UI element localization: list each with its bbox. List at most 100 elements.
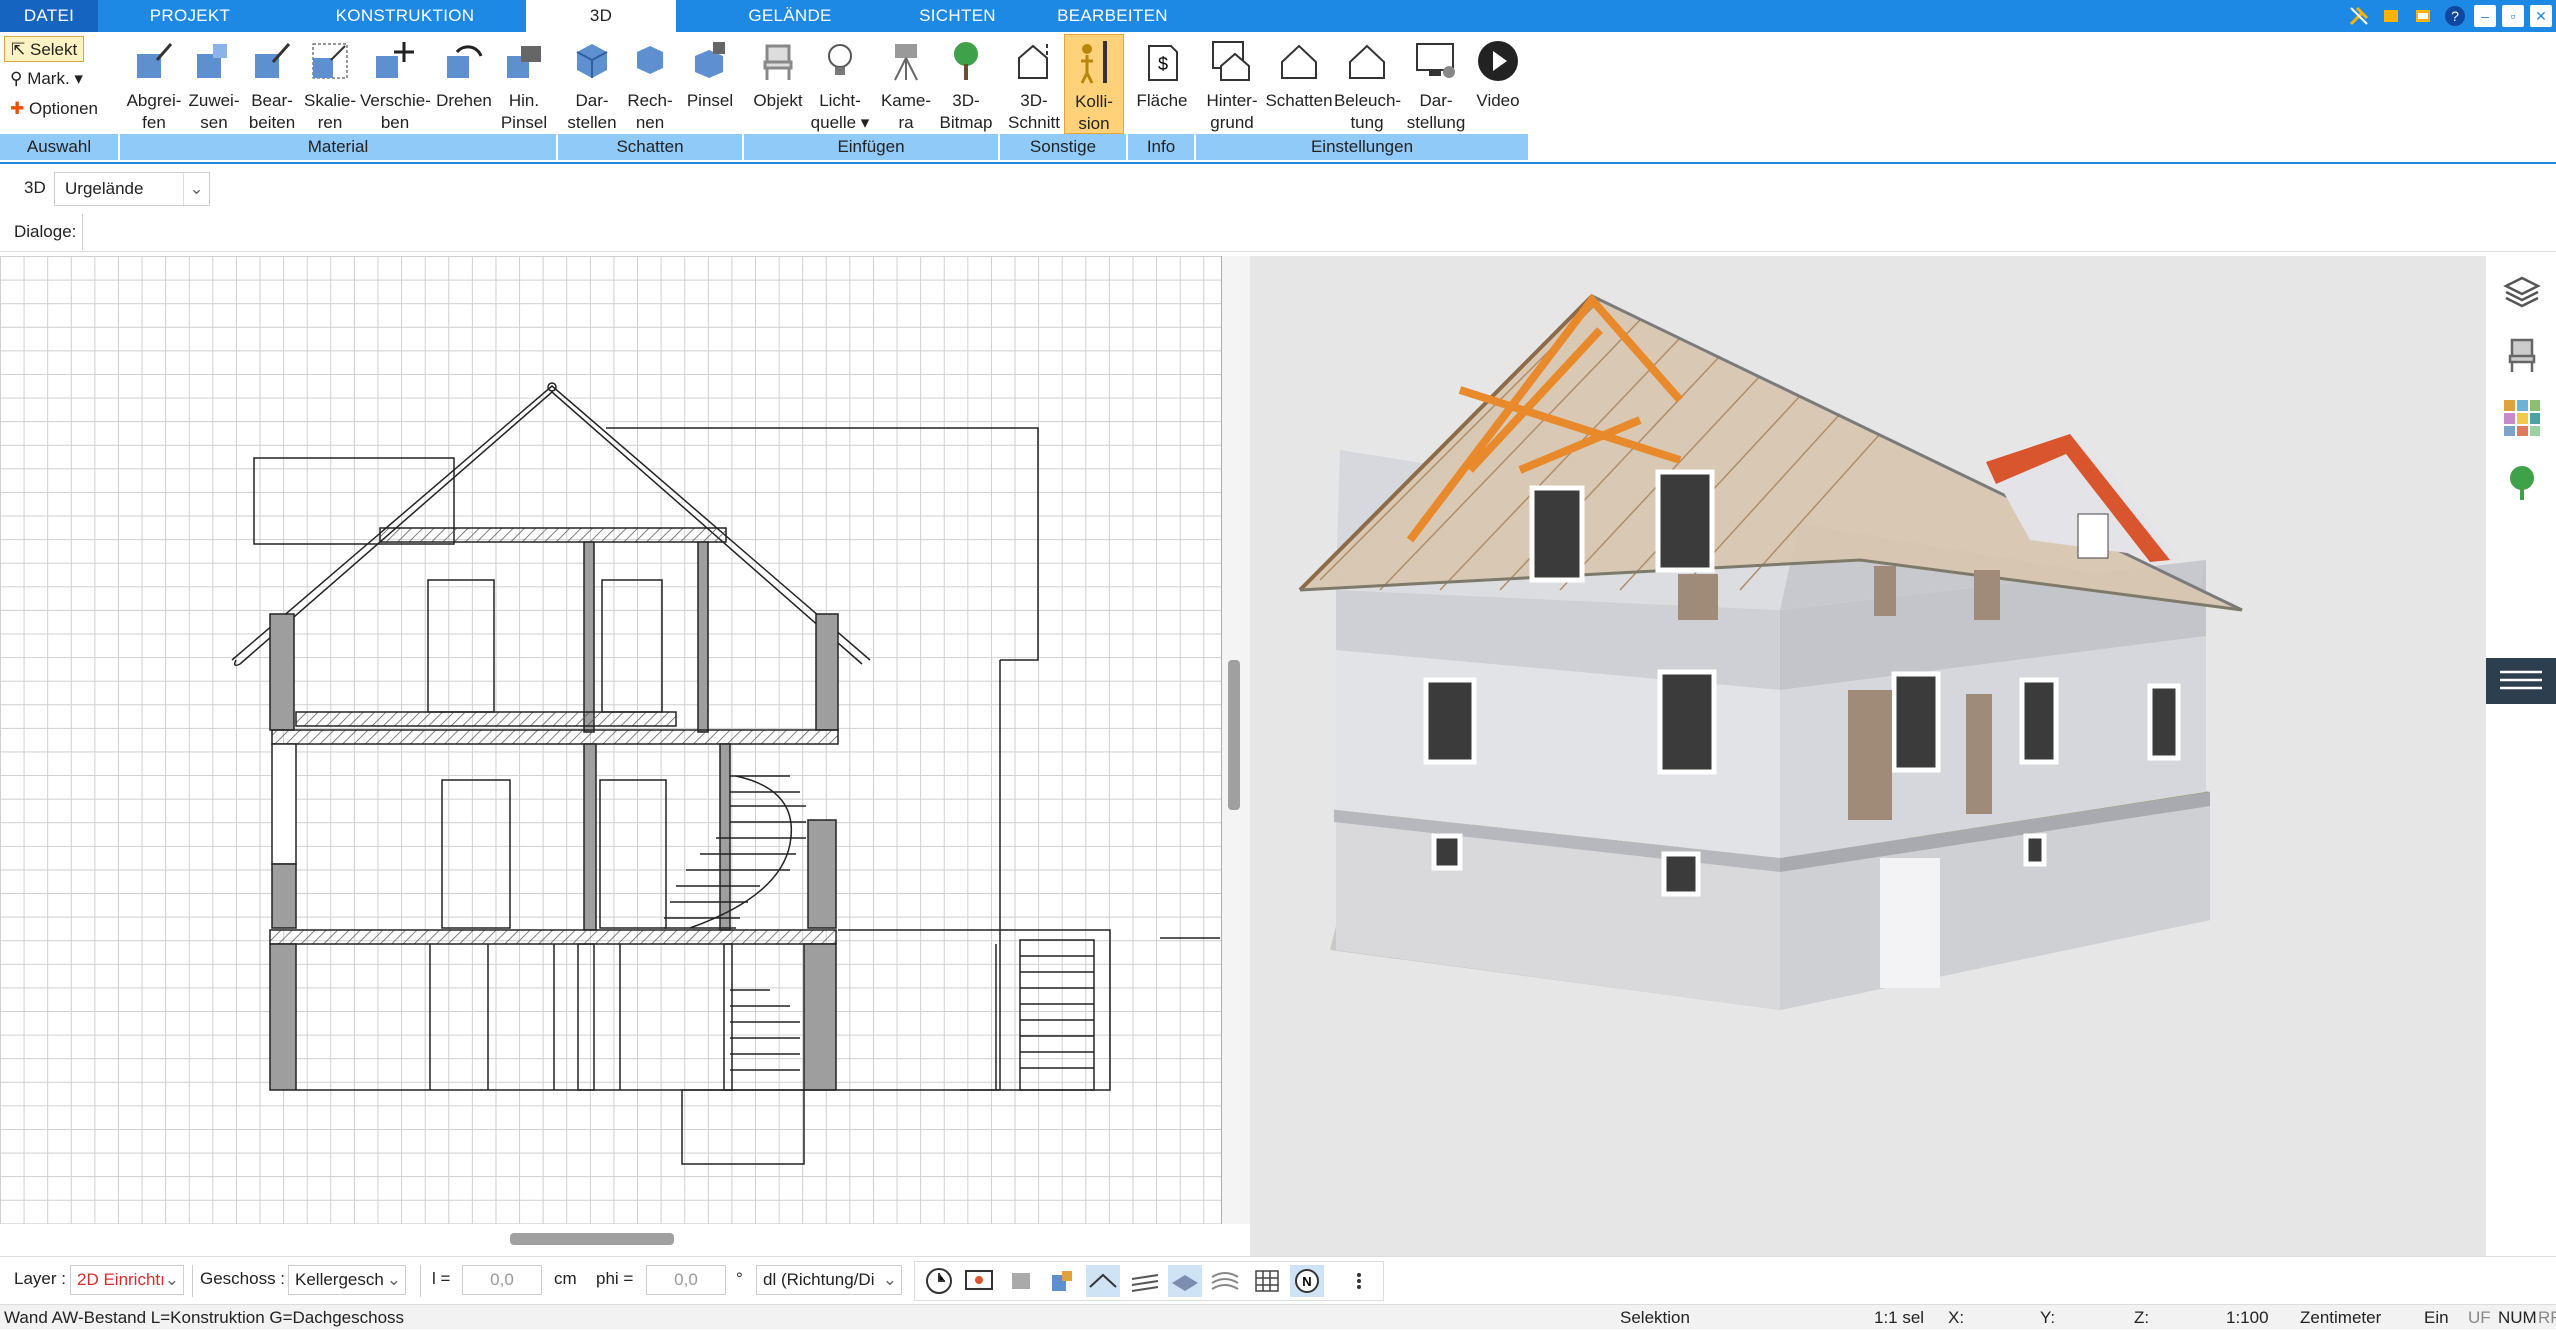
group-einstellungen: Einstellungen — [1196, 134, 1528, 160]
chevron-down-icon: ⌄ — [386, 1270, 401, 1289]
geschoss-select[interactable]: Kellergesch ⌄ — [288, 1265, 406, 1295]
section-plan-view[interactable] — [0, 256, 1222, 1224]
surface-icon[interactable] — [1168, 1265, 1202, 1297]
materials-palette-icon[interactable] — [2502, 398, 2542, 438]
video-button[interactable]: Video — [1468, 34, 1528, 134]
display-settings-icon — [1416, 43, 1455, 78]
tab-bearbeiten[interactable]: BEARBEITEN — [1050, 0, 1175, 32]
flaeche-button[interactable]: $ Fläche — [1132, 34, 1192, 134]
tools-icon[interactable] — [2346, 3, 2372, 29]
status-mode: Selektion — [1620, 1308, 1690, 1327]
hatch-icon[interactable] — [1128, 1265, 1162, 1297]
tab-datei[interactable]: DATEI — [0, 0, 98, 32]
furniture-settings-icon[interactable] — [1004, 1265, 1038, 1297]
bitmap3d-button[interactable]: 3D- Bitmap — [936, 34, 996, 134]
rechnen-button[interactable]: Rech-nen — [620, 34, 680, 134]
tab-konstruktion[interactable]: KONSTRUKTION — [320, 0, 490, 32]
divider — [192, 1265, 193, 1297]
schatten-button[interactable]: Schatten — [1264, 34, 1334, 134]
brush-icon — [507, 46, 541, 78]
tree-icon — [954, 42, 978, 80]
pinsel-button[interactable]: Pinsel — [680, 34, 740, 134]
schnitt3d-button[interactable]: 3D- Schnitt — [1004, 34, 1064, 134]
status-scale: 1:100 — [2226, 1308, 2269, 1327]
cursor-icon: ⇱ — [11, 40, 26, 59]
edit-material-icon — [255, 43, 291, 78]
roof-view-icon[interactable] — [1086, 1265, 1120, 1297]
terrain-select[interactable]: Urgelände ⌄ — [54, 172, 210, 206]
abgreifen-button[interactable]: Abgrei-fen — [124, 34, 184, 134]
kamera-button[interactable]: Kame-ra — [876, 34, 936, 134]
direction-select[interactable]: dl (Richtung/Di ⌄ — [756, 1265, 902, 1295]
monitor-icon[interactable] — [962, 1265, 996, 1297]
3d-viewport[interactable] — [1250, 256, 2486, 1256]
tab-projekt[interactable]: PROJEKT — [130, 0, 250, 32]
mark-icon: ⚲ — [10, 69, 23, 88]
chair-icon — [763, 44, 793, 80]
svg-text:N: N — [1302, 1274, 1311, 1289]
shadow-house-icon — [1281, 44, 1317, 79]
terrain-layers-icon[interactable] — [1208, 1265, 1242, 1297]
clock-icon[interactable] — [922, 1265, 956, 1297]
plan-horizontal-scroll-thumb[interactable] — [510, 1233, 674, 1245]
close-icon[interactable]: ✕ — [2530, 5, 2552, 27]
selekt-button[interactable]: ⇱ Selekt — [4, 36, 84, 62]
eyedropper-icon — [137, 43, 173, 78]
north-icon[interactable]: N — [1290, 1265, 1324, 1297]
restore-icon[interactable]: ▫ — [2502, 5, 2524, 27]
plants-icon[interactable] — [2502, 462, 2542, 502]
camera-icon — [894, 44, 918, 81]
calculate-cube-icon — [637, 46, 663, 74]
dialoge-label: Dialoge: — [14, 222, 77, 241]
plan-scroll-thumb[interactable] — [1228, 660, 1240, 810]
bearbeiten-button[interactable]: Bear-beiten — [242, 34, 302, 134]
grid-icon[interactable] — [1250, 1265, 1284, 1297]
darstellung-button[interactable]: Dar-stellung — [1404, 34, 1468, 134]
status-unit: Zentimeter — [2300, 1308, 2382, 1327]
verschieben-button[interactable]: Verschie-ben — [360, 34, 431, 134]
assign-material-icon — [197, 44, 227, 78]
window-icon[interactable] — [2378, 3, 2404, 29]
phi-label: phi = — [596, 1269, 634, 1288]
dialog-toolbar: Dialoge: — [0, 212, 2556, 252]
help-icon[interactable]: ? — [2442, 3, 2468, 29]
render-cube-icon — [576, 44, 608, 78]
background-icon — [1212, 41, 1250, 81]
objekt-button[interactable]: Objekt — [748, 34, 808, 134]
tab-gelaende[interactable]: GELÄNDE — [720, 0, 860, 32]
mark-button[interactable]: ⚲ Mark. ▾ — [4, 66, 83, 92]
darstellen-button[interactable]: Dar-stellen — [562, 34, 622, 134]
object-icon[interactable] — [1044, 1265, 1078, 1297]
optionen-button[interactable]: ✚ Optionen — [4, 96, 98, 122]
menu-icon[interactable] — [2486, 658, 2556, 704]
phi-input[interactable]: 0,0 — [646, 1265, 726, 1295]
tab-sichten[interactable]: SICHTEN — [900, 0, 1015, 32]
ribbon-divider — [0, 162, 2556, 164]
hinpinsel-button[interactable]: Hin. Pinsel — [494, 34, 554, 134]
layers-icon[interactable] — [2502, 272, 2542, 312]
more-options-icon[interactable] — [1342, 1265, 1376, 1297]
minimize-icon[interactable]: – — [2474, 5, 2496, 27]
hintergrund-button[interactable]: Hinter-grund — [1200, 34, 1264, 134]
furniture-icon[interactable] — [2502, 334, 2542, 374]
status-message: Wand AW-Bestand L=Konstruktion G=Dachges… — [4, 1308, 405, 1327]
lichtquelle-button[interactable]: Licht-quelle ▾ — [810, 34, 870, 134]
skalieren-button[interactable]: Skalie-ren — [300, 34, 360, 134]
ribbon-tab-bar: DATEI PROJEKT KONSTRUKTION 3D GELÄNDE SI… — [0, 0, 2556, 34]
properties-bar: Layer : 2D Einrichtı ⌄ Geschoss : Kellerg… — [0, 1256, 2556, 1304]
beleuchtung-button[interactable]: Beleuch-tung — [1334, 34, 1401, 134]
move-icon — [376, 42, 414, 78]
drehen-button[interactable]: Drehen — [434, 34, 494, 134]
tab-3d[interactable]: 3D — [526, 0, 676, 34]
svg-text:$: $ — [1158, 54, 1168, 74]
plus-icon: ✚ — [10, 99, 25, 118]
status-y: Y: — [2040, 1308, 2056, 1327]
kollision-button[interactable]: Kolli-sion — [1064, 34, 1124, 134]
group-info: Info — [1128, 134, 1194, 160]
status-uf: UF — [2468, 1308, 2491, 1327]
length-input[interactable]: 0,0 — [462, 1265, 542, 1295]
zuweisen-button[interactable]: Zuwei-sen — [184, 34, 244, 134]
length-unit: cm — [554, 1269, 577, 1288]
layer-select[interactable]: 2D Einrichtı ⌄ — [70, 1265, 184, 1295]
window-icon[interactable] — [2410, 3, 2436, 29]
